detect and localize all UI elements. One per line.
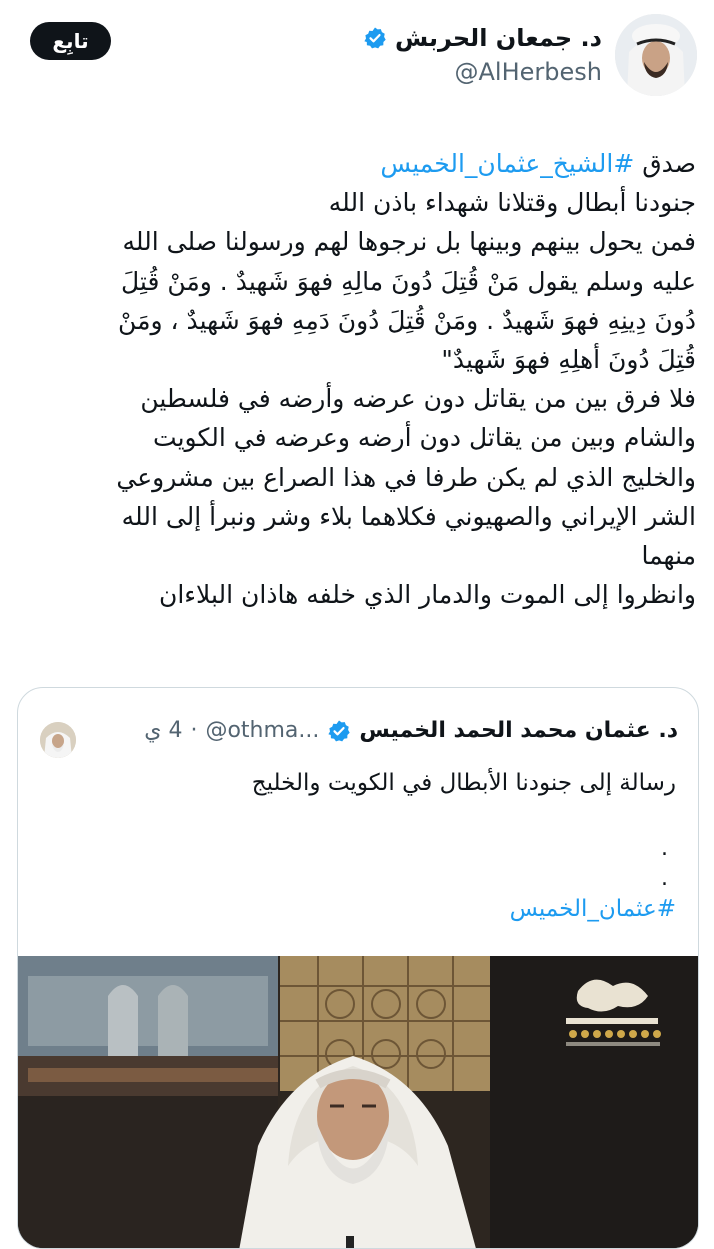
hashtag-link[interactable]: #الشيخ_عثمان_الخميس xyxy=(380,149,634,178)
verified-badge-icon xyxy=(328,720,351,741)
author-name-row[interactable]: د. جمعان الحربش xyxy=(363,24,602,52)
quoted-author-avatar xyxy=(40,722,76,758)
quoted-author-handle[interactable]: @othma... xyxy=(205,718,319,743)
tweet-line: قُتِلَ دُونَ أهلِهِ فهوَ شَهيدٌ" xyxy=(441,345,696,375)
tweet-line: فمن يحول بينهم وبينها بل نرجوها لهم ورسو… xyxy=(122,227,696,257)
author-avatar[interactable] xyxy=(615,14,697,96)
tweet-line: والخليج الذي لم يكن طرفا في هذا الصراع ب… xyxy=(116,462,696,492)
verified-badge-icon xyxy=(364,27,386,49)
author-name[interactable]: د. جمعان الحربش xyxy=(395,24,602,52)
quoted-timestamp[interactable]: 4 ي xyxy=(144,718,182,743)
tweet-line-prefix: صدق xyxy=(634,149,696,178)
tweet-text: صدق #الشيخ_عثمان_الخميس جنودنا أبطال وقت… xyxy=(16,144,696,614)
tweet-line: جنودنا أبطال وقتلانا شهداء باذن الله xyxy=(328,188,696,218)
tweet-line: عليه وسلم يقول مَنْ قُتِلَ دُونَ مالِهِ … xyxy=(120,266,696,296)
quoted-tweet-card[interactable]: د. عثمان محمد الحمد الخميس @othma... · 4… xyxy=(17,687,699,1249)
quoted-video-thumbnail[interactable] xyxy=(18,956,698,1248)
quoted-author-name[interactable]: د. عثمان محمد الحمد الخميس xyxy=(359,718,678,743)
tweet-line: والشام وبين من يقاتل دون أرضه وعرضه في ا… xyxy=(153,423,696,453)
quoted-dot: . xyxy=(661,866,668,891)
time-separator: · xyxy=(190,718,198,743)
tweet-page: تابِع د. جمعان الحربش @AlHerbesh صدق #ال… xyxy=(0,0,714,1249)
tweet-line: فلا فرق بين من يقاتل دون عرضه وأرضه في ف… xyxy=(140,384,696,414)
tweet-line: الشر الإيراني والصهيوني فكلاهما بلاء وشر… xyxy=(121,501,696,531)
tweet-line: منهما xyxy=(641,541,696,571)
author-handle[interactable]: @AlHerbesh xyxy=(455,58,602,86)
quoted-dot: . xyxy=(661,836,668,861)
tweet-line: وانظروا إلى الموت والدمار الذي خلفه هاذا… xyxy=(159,580,696,610)
follow-button[interactable]: تابِع xyxy=(30,22,111,60)
quoted-hashtag-link[interactable]: #عثمان_الخميس xyxy=(510,896,676,922)
quoted-tweet-text: رسالة إلى جنودنا الأبطال في الكويت والخل… xyxy=(251,770,676,796)
tweet-line: دُونَ دِينِهِ فهوَ شَهيدٌ . ومَنْ قُتِلَ… xyxy=(118,305,696,335)
tweet-line: صدق #الشيخ_عثمان_الخميس xyxy=(16,144,696,183)
quoted-tweet-header: د. عثمان محمد الحمد الخميس @othma... · 4… xyxy=(144,718,678,743)
